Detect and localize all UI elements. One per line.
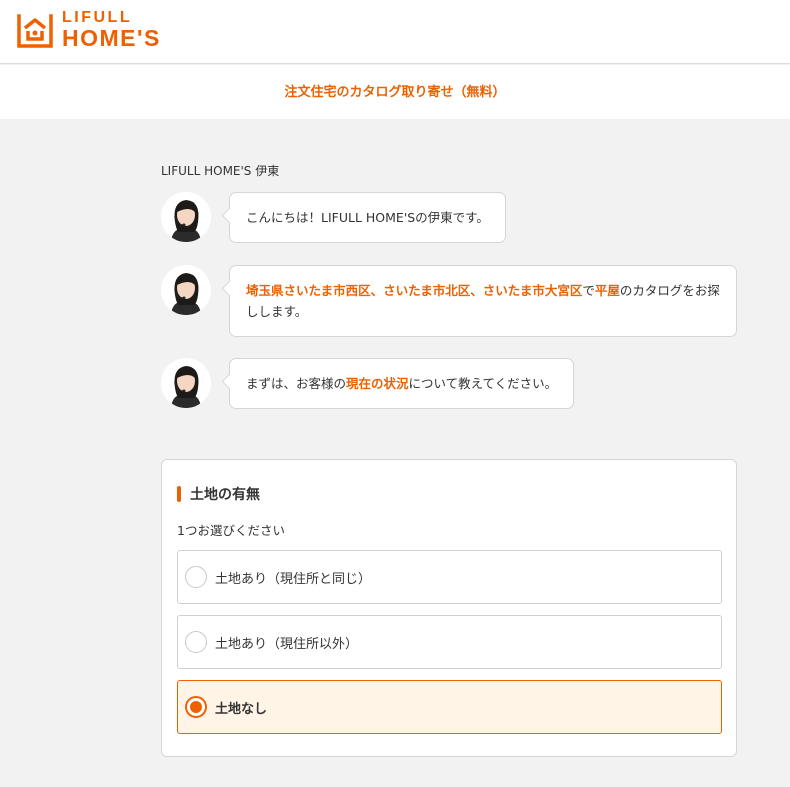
chat-bubble: 埼玉県さいたま市西区、さいたま市北区、さいたま市大宮区で平屋のカタログをお探しし… [229, 265, 737, 337]
agent-avatar [161, 265, 211, 315]
option-label: 土地なし [215, 701, 268, 717]
question-instruction: 1つお選びください [177, 523, 285, 538]
agent-avatar-icon [161, 358, 211, 408]
question-title-text: 土地の有無 [190, 487, 260, 503]
title-accent-bar [177, 486, 181, 502]
land-question-card: 土地の有無 1つお選びください 土地あり（現住所と同じ） 土地あり（現住所以外）… [161, 459, 737, 757]
radio-selected-icon[interactable] [185, 696, 207, 718]
chat-message-1: こんにちは！LIFULL HOME'Sの伊東です。 [161, 192, 506, 243]
highlight-house-type-text: 平屋 [594, 283, 620, 298]
message-text: こんにちは！LIFULL HOME'Sの伊東です。 [246, 210, 489, 225]
option-land-same-address[interactable]: 土地あり（現住所と同じ） [177, 550, 722, 604]
main-content: LIFULL HOME'S 伊東 こんにちは！LIFULL HOME'Sの伊東で… [0, 119, 790, 787]
agent-avatar [161, 358, 211, 408]
chat-bubble: まずは、お客様の現在の状況について教えてください。 [229, 358, 575, 409]
highlight-area-text: 埼玉県さいたま市西区、さいたま市北区、さいたま市大宮区 [246, 283, 583, 298]
chat-message-3: まずは、お客様の現在の状況について教えてください。 [161, 358, 575, 409]
logo-bottom-text: HOME'S [62, 25, 161, 51]
chat-bubble: こんにちは！LIFULL HOME'Sの伊東です。 [229, 192, 506, 243]
page-title: 注文住宅のカタログ取り寄せ（無料） [284, 85, 506, 100]
highlight-status-text: 現在の状況 [346, 376, 409, 391]
lifull-homes-logo[interactable]: LIFULL HOME'S [16, 10, 161, 50]
site-header: LIFULL HOME'S [0, 0, 790, 64]
option-no-land[interactable]: 土地なし [177, 680, 722, 734]
logo-top-text: LIFULL [62, 9, 133, 26]
radio-icon[interactable] [185, 566, 207, 588]
agent-avatar-icon [161, 265, 211, 315]
chat-message-2: 埼玉県さいたま市西区、さいたま市北区、さいたま市大宮区で平屋のカタログをお探しし… [161, 265, 737, 337]
message-text: まずは、お客様の [246, 376, 347, 391]
option-land-other-address[interactable]: 土地あり（現住所以外） [177, 615, 722, 669]
question-title: 土地の有無 [177, 484, 260, 504]
option-label: 土地あり（現住所と同じ） [215, 571, 372, 587]
agent-avatar [161, 192, 211, 242]
agent-name: LIFULL HOME'S 伊東 [161, 164, 280, 178]
radio-dot [190, 701, 202, 713]
radio-icon[interactable] [185, 631, 207, 653]
message-text: について教えてください。 [408, 376, 558, 391]
option-label: 土地あり（現住所以外） [215, 636, 359, 652]
agent-avatar-icon [161, 192, 211, 242]
page-subheader: 注文住宅のカタログ取り寄せ（無料） [0, 65, 790, 119]
message-text: で [582, 283, 595, 298]
house-logo-icon [17, 14, 53, 48]
